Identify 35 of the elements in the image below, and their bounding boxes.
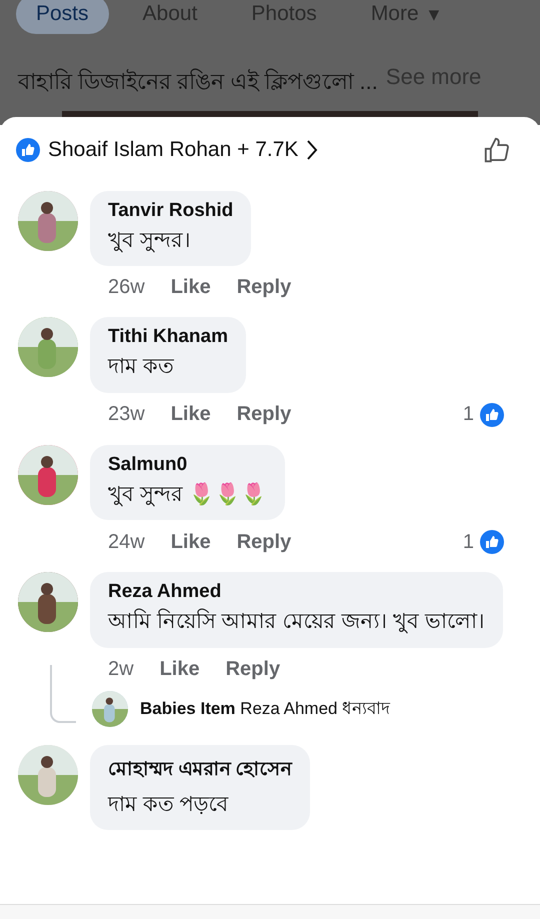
like-link[interactable]: Like: [170, 403, 211, 426]
comment-text: আমি নিয়েসি আমার মেয়ের জন্য। খুব ভালো।: [108, 608, 486, 636]
like-link[interactable]: Like: [170, 530, 211, 554]
like-icon: [480, 530, 504, 554]
commenter-name[interactable]: Reza Ahmed: [108, 581, 486, 604]
comment-text: খুব সুন্দর 🌷🌷🌷: [108, 482, 267, 508]
reply-link[interactable]: Reply: [236, 530, 292, 554]
reply-link[interactable]: Reply: [236, 403, 292, 426]
like-link[interactable]: Like: [160, 658, 200, 681]
commenter-name[interactable]: Salmun0: [108, 454, 267, 476]
reaction-count: 1: [462, 530, 474, 554]
page-tab[interactable]: Posts: [16, 0, 109, 34]
like-icon: [480, 402, 504, 427]
comment-time: 24w: [108, 530, 145, 554]
chevron-right-icon: [306, 139, 318, 161]
comment-time: 2w: [108, 658, 134, 681]
reply-link[interactable]: Reply: [226, 658, 280, 681]
comment-text: খুব সুন্দর।: [108, 228, 192, 254]
comment-time: 26w: [108, 276, 145, 300]
like-icon: [16, 138, 40, 162]
commenter-name[interactable]: Tithi Khanam: [108, 326, 228, 348]
like-link[interactable]: Like: [170, 276, 211, 300]
comment-text: দাম কত পড়বে: [108, 792, 230, 818]
reaction-count: 1: [462, 403, 474, 426]
thread-line: [50, 664, 76, 723]
reactions-summary[interactable]: Shoaif Islam Rohan + 7.7K: [48, 138, 298, 162]
commenter-name[interactable]: Tanvir Roshid: [108, 200, 234, 222]
reply-text: Babies Item Reza Ahmed ধন্যবাদ: [140, 698, 390, 720]
reply-link[interactable]: Reply: [236, 276, 292, 300]
comment-text: দাম কত: [108, 354, 175, 380]
thumbs-up-icon[interactable]: [482, 135, 512, 165]
post-text: বাহারি ডিজাইনের রঙিন এই ক্লিপগুলো ...: [18, 68, 378, 96]
comment-time: 23w: [108, 403, 145, 426]
commenter-name[interactable]: মোহাম্মদ এমরান হোসেন: [108, 754, 292, 786]
caret-icon: ▾: [428, 2, 440, 26]
